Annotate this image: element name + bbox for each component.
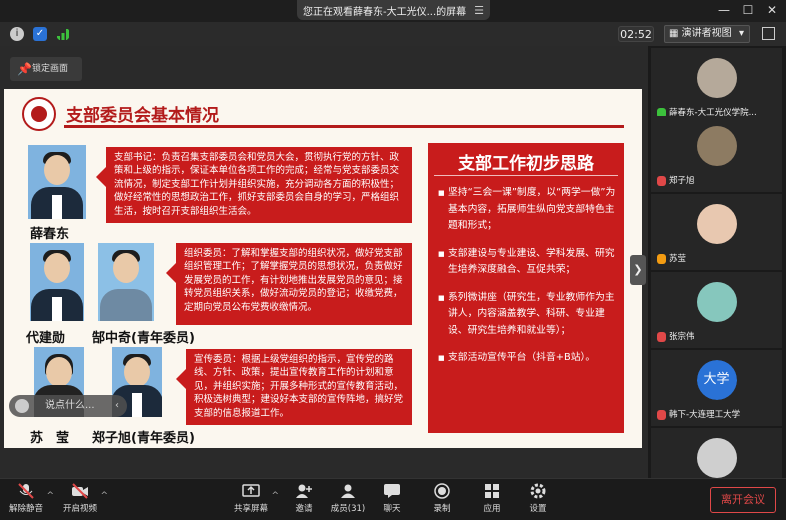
party-logo-icon (22, 97, 56, 131)
duty-text: 宣传委员：根据上级党组织的指示，宣传党的路线、方针、政策，提出宣传教育工作的计划… (194, 354, 404, 419)
title-divider (64, 125, 624, 128)
screen-share-notice[interactable]: 您正在观看薛春东-大工光仪...的屏幕 ☰ (297, 0, 490, 20)
apps-button[interactable]: 应用 (470, 483, 514, 519)
participant-label: 苏莹 (655, 252, 686, 266)
fullscreen-icon[interactable] (762, 27, 775, 40)
shield-icon[interactable]: ✓ (33, 27, 47, 41)
gear-icon (530, 483, 546, 499)
chevron-up-icon: ^ (100, 491, 108, 501)
participant-label: 张宗伟 (655, 330, 695, 344)
participant-gallery: 薛春东-大工光仪学院... 郑子旭 苏莹 张宗伟 大学 韩下-大连理工大学 (648, 46, 786, 478)
leave-meeting-button[interactable]: 离开会议 (710, 487, 776, 513)
start-video-button[interactable]: 开启视频 ^ (58, 483, 108, 519)
view-mode-label: 演讲者视图 (681, 28, 732, 39)
participant-label: 郑子旭 (655, 174, 695, 188)
collapse-gallery-button[interactable]: ❯ (630, 255, 646, 285)
participant-tile[interactable] (651, 428, 782, 478)
list-item: 支部建设与专业建设、学科发展、研究生培养深度融合、互促共荣； (438, 246, 618, 279)
chevron-left-icon[interactable]: ‹ (115, 395, 119, 417)
minimize-button[interactable]: — (714, 2, 734, 18)
unmute-button[interactable]: 解除静音 ^ (4, 483, 54, 519)
menu-icon[interactable]: ☰ (474, 4, 484, 17)
window-titlebar: 您正在观看薛春东-大工光仪...的屏幕 ☰ — ☐ ✕ (0, 0, 786, 22)
share-notice-text: 您正在观看薛春东-大工光仪...的屏幕 (302, 6, 467, 18)
member-photo-secretary (28, 145, 86, 219)
add-user-icon (296, 484, 312, 498)
participant-label: 韩下-大连理工大学 (655, 408, 740, 422)
lock-view-label: 锁定画面 (32, 64, 69, 74)
members-button[interactable]: 成员(31) (326, 483, 370, 519)
avatar (696, 204, 737, 244)
chevron-up-icon: ^ (46, 491, 54, 501)
chevron-down-icon: ▾ (738, 28, 744, 39)
member-name: 郑子旭(青年委员) (92, 431, 195, 446)
settings-button[interactable]: 设置 (516, 483, 560, 519)
member-name: 苏 莹 (30, 431, 70, 446)
chat-icon (384, 484, 400, 498)
chat-button[interactable]: 聊天 (370, 483, 414, 519)
list-item: 支部活动宣传平台（抖音+B站）。 (438, 350, 618, 367)
slide-title: 支部委员会基本情况 (66, 106, 219, 126)
duty-box-publicity: 宣传委员：根据上级党组织的指示，宣传党的路线、方针、政策，提出宣传教育工作的计划… (176, 349, 412, 425)
meeting-toolbar: 解除静音 ^ 开启视频 ^ 共享屏幕 ^ 邀请 成员(31) 聊天 录制 应用 … (0, 478, 786, 520)
invite-button[interactable]: 邀请 (282, 483, 326, 519)
share-screen-icon (242, 484, 260, 497)
work-plan-divider (434, 175, 618, 176)
comment-input[interactable]: 说点什么... ‹ (9, 395, 127, 417)
duty-box-secretary: 支部书记：负责召集支部委员会和党员大会，贯彻执行党的方针、政策和上级的指示，保证… (96, 147, 412, 223)
chat-bubble-icon (15, 399, 29, 413)
work-plan-list: 坚持“三会一课”制度，以“两学一做”为基本内容，拓展师生纵向党支部特色主题和形式… (438, 185, 618, 378)
work-plan-panel: 支部工作初步思路 坚持“三会一课”制度，以“两学一做”为基本内容，拓展师生纵向党… (428, 143, 624, 433)
avatar (696, 126, 737, 166)
member-photo-organizer (30, 243, 84, 321)
record-button[interactable]: 录制 (420, 483, 464, 519)
signal-icon[interactable] (56, 27, 70, 41)
duty-text: 组织委员：了解和掌握支部的组织状况，做好党支部组织管理工作；了解掌握党员的思想状… (184, 248, 403, 313)
list-item: 系列微讲座（研究生，专业教师作为主讲人，内容涵盖教学、科研、专业建设、研究生培养… (438, 290, 618, 340)
avatar (696, 58, 737, 98)
maximize-button[interactable]: ☐ (738, 2, 758, 18)
view-mode-button[interactable]: ▦ 演讲者视图 ▾ (664, 25, 750, 43)
participant-tile[interactable]: 薛春东-大工光仪学院... (651, 48, 782, 124)
mic-muted-icon (657, 332, 666, 342)
member-name: 薛春东 (30, 227, 70, 242)
lock-view-button[interactable]: 📌 锁定画面 (10, 57, 82, 81)
member-name: 郜中奇(青年委员) (92, 331, 195, 346)
duty-text: 支部书记：负责召集支部委员会和党员大会，贯彻执行党的方针、政策和上级的指示，保证… (114, 152, 400, 217)
meeting-timer: 02:52 (618, 26, 654, 42)
close-button[interactable]: ✕ (762, 2, 782, 18)
comment-placeholder: 说点什么... (45, 400, 95, 411)
info-icon[interactable]: i (10, 27, 24, 41)
members-icon (341, 484, 355, 498)
chevron-up-icon: ^ (271, 491, 279, 501)
shared-screen-stage: 📌 锁定画面 支部委员会基本情况 薛春东 支部书记：负责召集支部委员会和党员大会… (0, 46, 648, 478)
avatar (696, 282, 737, 322)
mic-muted-icon (657, 176, 666, 186)
mic-off-icon (18, 483, 34, 499)
avatar: 大学 (696, 360, 737, 400)
work-plan-title: 支部工作初步思路 (458, 154, 594, 174)
video-off-icon (72, 483, 88, 499)
record-icon (434, 483, 450, 499)
raise-hand-icon (657, 254, 666, 264)
avatar-text: 大学 (696, 360, 737, 400)
participant-tile[interactable]: 张宗伟 (651, 272, 782, 348)
member-photo-youth-1 (98, 243, 154, 321)
duty-box-organizer: 组织委员：了解和掌握支部的组织状况，做好党支部组织管理工作；了解掌握党员的思想状… (166, 243, 412, 325)
grid-icon: ▦ (669, 28, 682, 39)
list-item: 坚持“三会一课”制度，以“两学一做”为基本内容，拓展师生纵向党支部特色主题和形式… (438, 185, 618, 235)
member-name: 代建勋 (26, 331, 66, 346)
share-screen-button[interactable]: 共享屏幕 ^ (229, 483, 279, 519)
mic-muted-icon (657, 410, 666, 420)
apps-icon (485, 484, 499, 498)
participant-tile[interactable]: 大学 韩下-大连理工大学 (651, 350, 782, 426)
participant-tile[interactable]: 郑子旭 (651, 116, 782, 192)
participant-tile[interactable]: 苏莹 (651, 194, 782, 270)
meeting-info-bar: i ✓ 02:52 ▦ 演讲者视图 ▾ (0, 22, 786, 46)
avatar (696, 438, 737, 478)
pin-icon: 📌 (17, 62, 32, 76)
participant-label (655, 460, 669, 474)
